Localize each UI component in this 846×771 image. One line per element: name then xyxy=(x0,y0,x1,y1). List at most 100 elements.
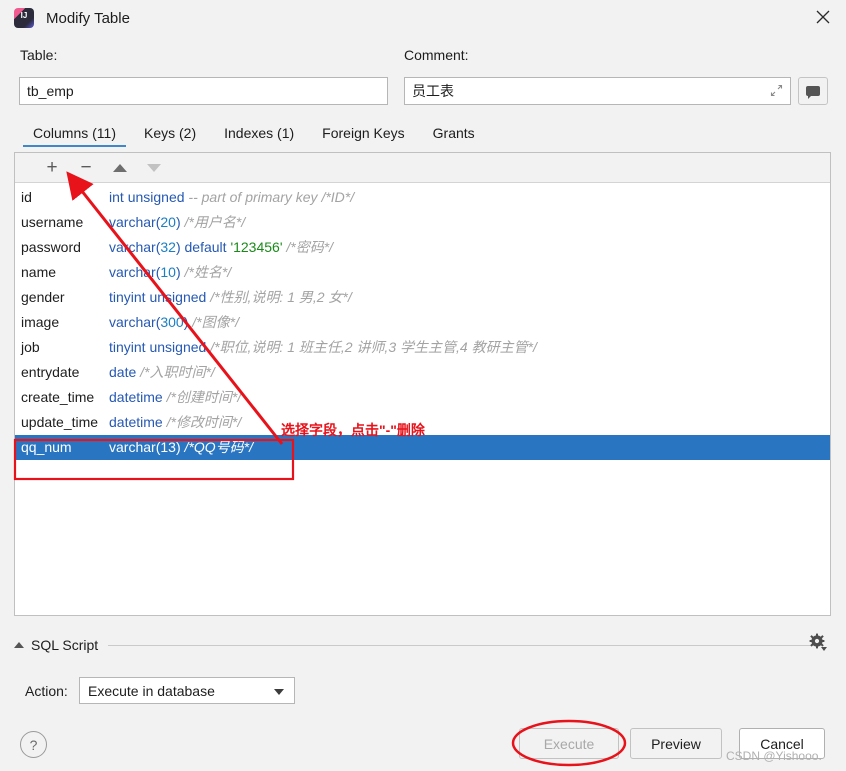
comment-input[interactable]: 员工表 xyxy=(404,77,791,105)
plus-icon[interactable]: + xyxy=(35,156,69,180)
table-row[interactable]: entrydatedate /*入职时间*/ xyxy=(15,360,830,385)
table-row[interactable]: idint unsigned -- part of primary key /*… xyxy=(15,185,830,210)
column-type: tinyint xyxy=(109,339,146,355)
column-length: (300) xyxy=(156,314,189,330)
table-row[interactable]: gendertinyint unsigned /*性别,说明: 1 男,2 女*… xyxy=(15,285,830,310)
column-type: datetime xyxy=(109,389,163,405)
column-name: username xyxy=(21,210,109,235)
action-label: Action: xyxy=(25,683,68,699)
tab-foreign-keys[interactable]: Foreign Keys xyxy=(308,122,418,147)
chevron-up-icon[interactable] xyxy=(14,642,24,648)
column-name: update_time xyxy=(21,410,109,435)
length-value: 10 xyxy=(160,264,176,280)
minus-icon[interactable]: − xyxy=(69,156,103,180)
tab-columns[interactable]: Columns (11) xyxy=(19,122,130,147)
column-type: date xyxy=(109,364,136,380)
column-name: password xyxy=(21,235,109,260)
expand-icon[interactable] xyxy=(769,84,784,99)
paren-close: ) xyxy=(176,264,181,280)
column-type: varchar xyxy=(109,214,156,230)
question-mark-icon[interactable]: ? xyxy=(20,731,47,758)
column-type: varchar xyxy=(109,439,156,455)
intellij-idea-icon xyxy=(14,8,34,28)
comment-bubble-icon[interactable] xyxy=(798,77,828,105)
paren-close: ) xyxy=(184,314,189,330)
column-comment: /*修改时间*/ xyxy=(167,414,242,430)
arrow-down-icon xyxy=(137,156,171,180)
table-row[interactable]: usernamevarchar(20) /*用户名*/ xyxy=(15,210,830,235)
column-comment: /*ID*/ xyxy=(321,189,354,205)
column-name: create_time xyxy=(21,385,109,410)
column-comment: /*性别,说明: 1 男,2 女*/ xyxy=(210,289,352,305)
length-value: 20 xyxy=(160,214,176,230)
divider xyxy=(108,645,821,646)
column-comment: /*入职时间*/ xyxy=(140,364,215,380)
column-length: (20) xyxy=(156,214,181,230)
sql-script-header[interactable]: SQL Script xyxy=(14,634,831,656)
table-label: Table: xyxy=(20,47,57,63)
column-comment: /*创建时间*/ xyxy=(167,389,242,405)
column-type: varchar xyxy=(109,239,156,255)
column-length: (13) xyxy=(156,439,181,455)
tab-bar: Columns (11) Keys (2) Indexes (1) Foreig… xyxy=(19,122,831,149)
chevron-down-icon xyxy=(274,689,284,695)
window-titlebar: Modify Table xyxy=(0,0,846,36)
watermark: CSDN @Yishooo. xyxy=(726,749,822,763)
length-value: 13 xyxy=(160,439,176,455)
close-icon[interactable] xyxy=(800,0,846,34)
column-type: datetime xyxy=(109,414,163,430)
execute-button[interactable]: Execute xyxy=(519,728,619,759)
column-name: gender xyxy=(21,285,109,310)
default-value: '123456' xyxy=(230,239,282,255)
paren-close: ) xyxy=(176,239,181,255)
gear-icon[interactable] xyxy=(807,632,831,656)
preview-button[interactable]: Preview xyxy=(630,728,722,759)
column-comment: /*职位,说明: 1 班主任,2 讲师,3 学生主管,4 教研主管*/ xyxy=(210,339,537,355)
paren-close: ) xyxy=(176,439,181,455)
columns-panel: + − idint unsigned -- part of primary ke… xyxy=(14,152,831,616)
column-type: tinyint xyxy=(109,289,146,305)
length-value: 300 xyxy=(160,314,183,330)
column-comment: /*图像*/ xyxy=(192,314,239,330)
column-keyword: unsigned xyxy=(149,289,206,305)
column-keyword: unsigned xyxy=(149,339,206,355)
column-extra: -- part of primary key xyxy=(188,189,317,205)
column-name: qq_num xyxy=(21,435,109,460)
table-row[interactable]: passwordvarchar(32) default '123456' /*密… xyxy=(15,235,830,260)
annotation-callout-text: 选择字段，点击"-"删除 xyxy=(281,420,425,440)
tab-grants[interactable]: Grants xyxy=(419,122,489,147)
column-comment: /*QQ号码*/ xyxy=(185,439,253,455)
column-keyword: unsigned xyxy=(128,189,185,205)
column-type: varchar xyxy=(109,264,156,280)
column-type: int xyxy=(109,189,124,205)
tab-indexes[interactable]: Indexes (1) xyxy=(210,122,308,147)
column-name: id xyxy=(21,185,109,210)
table-name-value: tb_emp xyxy=(27,83,74,99)
column-name: name xyxy=(21,260,109,285)
column-comment: /*姓名*/ xyxy=(185,264,232,280)
table-row[interactable]: imagevarchar(300) /*图像*/ xyxy=(15,310,830,335)
column-comment: /*用户名*/ xyxy=(185,214,246,230)
columns-toolbar: + − xyxy=(15,153,830,183)
table-row[interactable]: namevarchar(10) /*姓名*/ xyxy=(15,260,830,285)
table-name-input[interactable]: tb_emp xyxy=(19,77,388,105)
default-keyword: default xyxy=(185,239,227,255)
tab-keys[interactable]: Keys (2) xyxy=(130,122,210,147)
action-select[interactable]: Execute in database xyxy=(79,677,295,704)
column-length: (10) xyxy=(156,264,181,280)
sql-script-title: SQL Script xyxy=(31,637,98,653)
column-length: (32) xyxy=(156,239,181,255)
comment-label: Comment: xyxy=(404,47,469,63)
length-value: 32 xyxy=(160,239,176,255)
paren-close: ) xyxy=(176,214,181,230)
comment-value: 员工表 xyxy=(412,81,454,101)
column-name: job xyxy=(21,335,109,360)
column-name: image xyxy=(21,310,109,335)
window-title: Modify Table xyxy=(46,10,130,27)
arrow-up-icon[interactable] xyxy=(103,156,137,180)
table-row[interactable]: create_timedatetime /*创建时间*/ xyxy=(15,385,830,410)
column-type: varchar xyxy=(109,314,156,330)
action-select-value: Execute in database xyxy=(88,683,215,699)
table-row[interactable]: jobtinyint unsigned /*职位,说明: 1 班主任,2 讲师,… xyxy=(15,335,830,360)
column-name: entrydate xyxy=(21,360,109,385)
